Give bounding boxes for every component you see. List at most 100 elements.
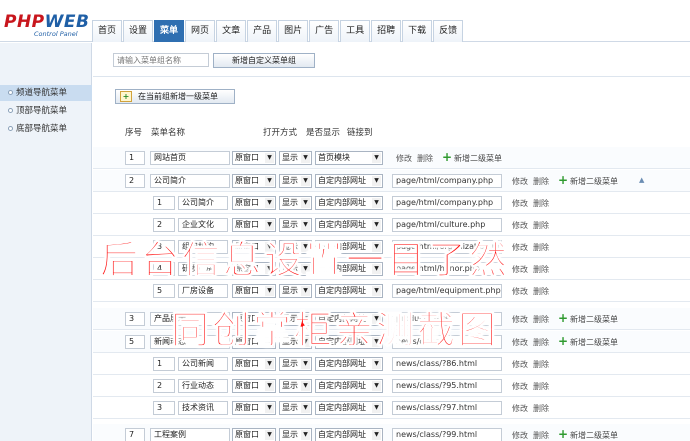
order-input[interactable]: 3	[153, 401, 175, 415]
url-input[interactable]: news/class/?99.html	[392, 428, 502, 441]
edit-link[interactable]: 修改	[512, 403, 528, 414]
delete-link[interactable]: 删除	[533, 286, 549, 297]
edit-link[interactable]: 修改	[396, 153, 412, 164]
tab-6[interactable]: 图片	[278, 20, 309, 42]
url-input[interactable]: news/class/?97.html	[392, 401, 502, 415]
open-mode-select-value: 原窗口	[235, 176, 259, 185]
order-input[interactable]: 1	[153, 357, 175, 371]
link-target-select[interactable]: 自定内部网址 ▼	[315, 174, 383, 188]
open-mode-select[interactable]: 原窗口 ▼	[232, 401, 276, 415]
sidebar-item-0[interactable]: 频道导航菜单	[0, 85, 92, 101]
show-select[interactable]: 显示 ▼	[279, 357, 312, 371]
link-target-select[interactable]: 自定内部网址 ▼	[315, 379, 383, 393]
new-custom-group-button[interactable]: 新增自定义菜单组	[213, 53, 315, 68]
open-mode-select-value: 原窗口	[235, 430, 259, 439]
promo-overlay-line2: 同创掌柜亲测截图	[170, 308, 499, 353]
add-top-menu-button[interactable]: + 在当前组新增一级菜单	[115, 89, 235, 104]
chevron-down-icon: ▼	[265, 430, 274, 440]
tab-10[interactable]: 下载	[402, 20, 433, 42]
show-select[interactable]: 显示 ▼	[279, 284, 312, 298]
link-target-select[interactable]: 自定内部网址 ▼	[315, 284, 383, 298]
show-select[interactable]: 显示 ▼	[279, 174, 312, 188]
show-select[interactable]: 显示 ▼	[279, 401, 312, 415]
open-mode-select[interactable]: 原窗口 ▼	[232, 284, 276, 298]
edit-link[interactable]: 修改	[512, 286, 528, 297]
menu-name-input[interactable]: 行业动态	[178, 379, 228, 393]
add-folder-icon: +	[120, 91, 132, 102]
order-input[interactable]: 5	[153, 284, 175, 298]
bullet-icon	[8, 126, 13, 131]
show-select-value: 显示	[282, 403, 298, 412]
url-input[interactable]: news/class/?95.html	[392, 379, 502, 393]
add-submenu-link[interactable]: 新增二级菜单	[454, 153, 502, 164]
url-input[interactable]: page/html/company.php	[392, 196, 502, 210]
open-mode-select[interactable]: 原窗口 ▼	[232, 151, 276, 165]
show-select[interactable]: 显示 ▼	[279, 379, 312, 393]
order-input[interactable]: 2	[125, 174, 145, 188]
show-select[interactable]: 显示 ▼	[279, 196, 312, 210]
delete-link[interactable]: 删除	[533, 381, 549, 392]
delete-link[interactable]: 删除	[533, 176, 549, 187]
edit-link[interactable]: 修改	[512, 176, 528, 187]
show-select[interactable]: 显示 ▼	[279, 428, 312, 441]
tab-2[interactable]: 菜单	[154, 20, 185, 42]
menu-name-input[interactable]: 公司简介	[178, 196, 228, 210]
tab-3[interactable]: 网页	[185, 20, 216, 42]
show-select[interactable]: 显示 ▼	[279, 151, 312, 165]
delete-link[interactable]: 删除	[417, 153, 433, 164]
menu-name-input[interactable]: 技术资讯	[178, 401, 228, 415]
chevron-down-icon: ▼	[265, 286, 274, 296]
tab-8[interactable]: 工具	[340, 20, 371, 42]
order-input[interactable]: 7	[125, 428, 145, 441]
open-mode-select[interactable]: 原窗口 ▼	[232, 428, 276, 441]
menu-name-input[interactable]: 公司新闻	[178, 357, 228, 371]
link-target-select[interactable]: 自定内部网址 ▼	[315, 196, 383, 210]
sidebar-item-label: 频道导航菜单	[16, 88, 68, 98]
delete-link[interactable]: 删除	[533, 403, 549, 414]
open-mode-select-value: 原窗口	[235, 286, 259, 295]
edit-link[interactable]: 修改	[512, 198, 528, 209]
sidebar-item-2[interactable]: 底部导航菜单	[0, 121, 92, 137]
link-target-select[interactable]: 自定内部网址 ▼	[315, 428, 383, 441]
open-mode-select[interactable]: 原窗口 ▼	[232, 196, 276, 210]
link-target-select[interactable]: 首页模块 ▼	[315, 151, 383, 165]
edit-link[interactable]: 修改	[512, 359, 528, 370]
delete-link[interactable]: 删除	[533, 198, 549, 209]
order-input[interactable]: 2	[153, 379, 175, 393]
add-submenu-link[interactable]: 新增二级菜单	[570, 430, 618, 441]
col-header-show: 是否显示	[306, 128, 341, 138]
menu-name-input[interactable]: 公司简介	[150, 174, 230, 188]
open-mode-select[interactable]: 原窗口 ▼	[232, 379, 276, 393]
tab-4[interactable]: 文章	[216, 20, 247, 42]
tab-1[interactable]: 设置	[123, 20, 154, 42]
order-input[interactable]: 1	[125, 151, 145, 165]
edit-link[interactable]: 修改	[512, 430, 528, 441]
tab-0[interactable]: 首页	[92, 20, 123, 42]
link-target-select[interactable]: 自定内部网址 ▼	[315, 357, 383, 371]
collapse-icon[interactable]: ▲	[639, 176, 644, 184]
delete-link[interactable]: 删除	[533, 430, 549, 441]
tab-9[interactable]: 招聘	[371, 20, 402, 42]
tab-11[interactable]: 反馈	[433, 20, 464, 42]
tab-5[interactable]: 产品	[247, 20, 278, 42]
menu-group-name-input[interactable]	[113, 53, 209, 67]
chevron-down-icon: ▼	[301, 286, 310, 296]
open-mode-select[interactable]: 原窗口 ▼	[232, 357, 276, 371]
link-target-select[interactable]: 自定内部网址 ▼	[315, 401, 383, 415]
add-submenu-link[interactable]: 新增二级菜单	[570, 176, 618, 187]
chevron-down-icon: ▼	[372, 153, 381, 163]
menu-name-input[interactable]: 网站首页	[150, 151, 230, 165]
edit-link[interactable]: 修改	[512, 381, 528, 392]
sidebar-item-1[interactable]: 顶部导航菜单	[0, 103, 92, 119]
plus-icon: +	[558, 173, 569, 187]
url-input[interactable]: page/html/company.php	[392, 174, 502, 188]
url-input[interactable]: page/html/equipment.php	[392, 284, 502, 298]
order-input[interactable]: 1	[153, 196, 175, 210]
tab-7[interactable]: 广告	[309, 20, 340, 42]
menu-name-input[interactable]: 工程案例	[150, 428, 230, 441]
col-header-order: 序号	[125, 128, 143, 138]
menu-name-input[interactable]: 厂房设备	[178, 284, 228, 298]
delete-link[interactable]: 删除	[533, 359, 549, 370]
url-input[interactable]: news/class/?86.html	[392, 357, 502, 371]
open-mode-select[interactable]: 原窗口 ▼	[232, 174, 276, 188]
